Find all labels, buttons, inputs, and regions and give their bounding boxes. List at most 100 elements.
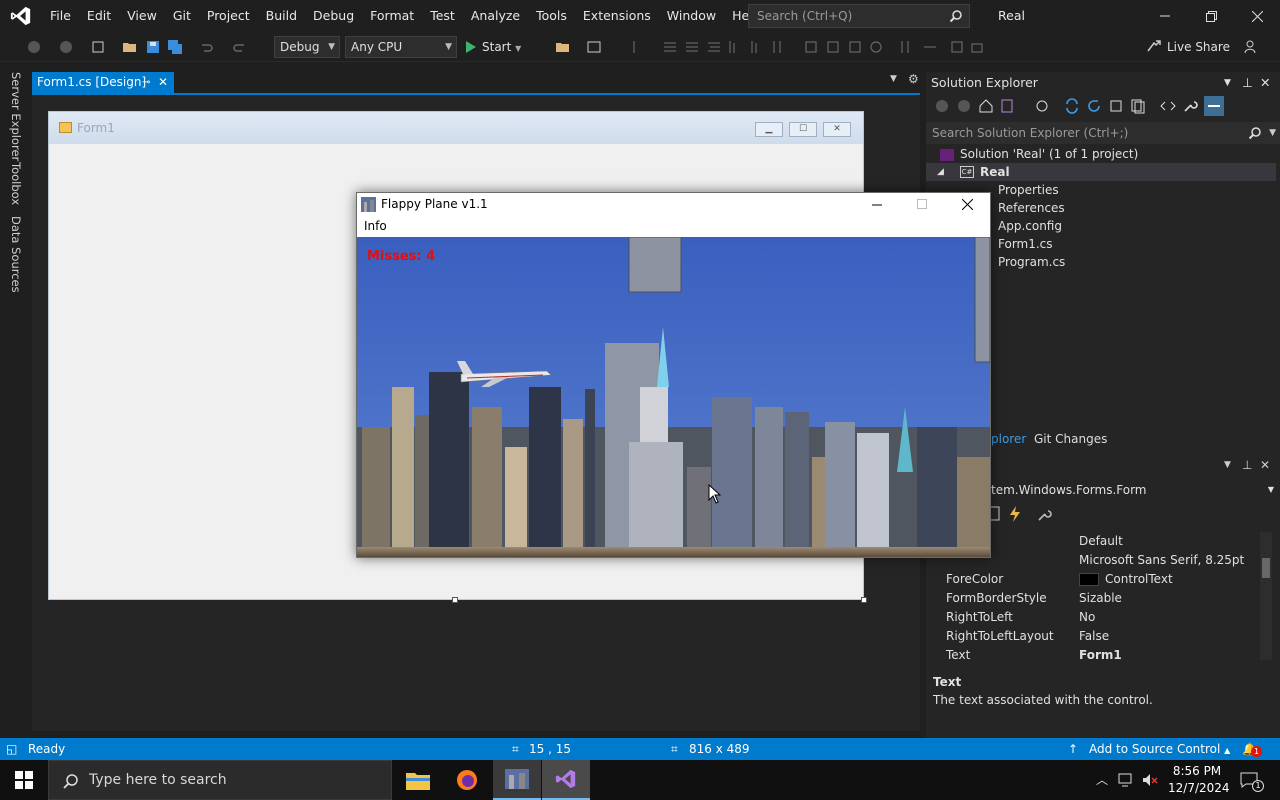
- configuration-dropdown[interactable]: Debug ▼: [274, 36, 340, 58]
- tree-item-properties[interactable]: Properties: [998, 181, 1059, 199]
- clock[interactable]: 8:56 PM 12/7/2024: [1168, 763, 1230, 797]
- tree-project-node[interactable]: ◢ C# Real: [926, 163, 1276, 181]
- volume-muted-icon[interactable]: [1142, 773, 1158, 787]
- search-options-dropdown-icon[interactable]: ▼: [1269, 122, 1276, 144]
- pending-changes-filter-icon[interactable]: [1034, 98, 1050, 114]
- pin-icon[interactable]: ⊥: [1242, 458, 1252, 472]
- menu-git[interactable]: Git: [165, 0, 199, 32]
- menu-format[interactable]: Format: [362, 0, 422, 32]
- firefox-taskbar-icon[interactable]: [443, 760, 491, 800]
- live-share-icon[interactable]: [1146, 39, 1162, 55]
- taskbar-search-box[interactable]: Type here to search: [48, 760, 392, 800]
- back-icon[interactable]: [26, 39, 42, 55]
- property-row[interactable]: FormBorderStyle Sizable: [926, 589, 1252, 608]
- menu-analyze[interactable]: Analyze: [463, 0, 528, 32]
- feedback-person-icon[interactable]: [1243, 39, 1259, 55]
- find-in-files-icon[interactable]: [555, 39, 571, 55]
- tab-overflow-dropdown-icon[interactable]: ▼: [890, 74, 897, 84]
- tree-item-app-config[interactable]: App.config: [998, 217, 1062, 235]
- home-icon[interactable]: [978, 98, 994, 114]
- menu-item-info[interactable]: Info: [364, 216, 387, 237]
- tree-solution-node[interactable]: Solution 'Real' (1 of 1 project): [940, 145, 1138, 163]
- close-icon[interactable]: ✕: [1260, 72, 1270, 94]
- close-tab-icon[interactable]: ✕: [158, 72, 168, 93]
- properties-wrench-icon[interactable]: [1182, 98, 1198, 114]
- expand-triangle-icon[interactable]: ◢: [937, 163, 944, 181]
- save-icon[interactable]: [145, 39, 161, 55]
- search-input[interactable]: Search (Ctrl+Q): [748, 4, 970, 28]
- undo-icon[interactable]: [198, 39, 214, 55]
- flappy-plane-window[interactable]: Flappy Plane v1.1 Info Misses: 4: [356, 192, 991, 558]
- forward-icon[interactable]: [58, 39, 74, 55]
- game-canvas[interactable]: Misses: 4: [357, 237, 990, 557]
- resize-handle-corner[interactable]: [861, 597, 867, 603]
- property-row[interactable]: Text Form1: [926, 646, 1252, 665]
- menu-test[interactable]: Test: [422, 0, 463, 32]
- switch-views-icon[interactable]: [1000, 98, 1016, 114]
- toolbox-tab[interactable]: Toolbox: [9, 162, 23, 205]
- flappy-title-bar[interactable]: Flappy Plane v1.1: [357, 193, 990, 216]
- menu-extensions[interactable]: Extensions: [575, 0, 659, 32]
- close-icon[interactable]: [962, 199, 973, 210]
- tree-item-program-cs[interactable]: Program.cs: [998, 253, 1065, 271]
- gear-icon[interactable]: ⚙: [908, 72, 919, 86]
- platform-dropdown[interactable]: Any CPU ▼: [345, 36, 457, 58]
- events-lightning-icon[interactable]: [1008, 506, 1022, 522]
- visual-studio-taskbar-icon[interactable]: [542, 760, 590, 800]
- visual-studio-logo-icon[interactable]: [0, 0, 42, 32]
- scrollbar-thumb[interactable]: [1262, 558, 1270, 578]
- file-explorer-taskbar-icon[interactable]: [394, 760, 442, 800]
- close-icon[interactable]: ✕: [1260, 458, 1270, 472]
- sync-icon[interactable]: [1064, 98, 1080, 114]
- preview-selected-items-icon[interactable]: [1204, 96, 1224, 116]
- tab-form1-design[interactable]: Form1.cs [Design] ⊸ ✕: [32, 72, 174, 94]
- menu-project[interactable]: Project: [199, 0, 258, 32]
- pin-icon[interactable]: ⊸: [142, 72, 150, 93]
- live-share-button[interactable]: Live Share: [1167, 32, 1230, 62]
- property-scrollbar[interactable]: [1260, 532, 1272, 660]
- server-explorer-tab[interactable]: Server Explorer: [9, 72, 23, 161]
- add-to-source-control-button[interactable]: Add to Source Control ▲: [1089, 738, 1230, 762]
- menu-debug[interactable]: Debug: [305, 0, 362, 32]
- forward-icon[interactable]: [956, 98, 972, 114]
- save-all-icon[interactable]: [167, 39, 183, 55]
- property-wrench-icon[interactable]: [1036, 507, 1052, 523]
- show-hidden-icons-chevron-icon[interactable]: ︿: [1096, 771, 1108, 788]
- open-folder-icon[interactable]: [122, 39, 138, 55]
- pin-icon[interactable]: ⊥: [1242, 72, 1253, 94]
- tab-git-changes[interactable]: Git Changes: [1034, 432, 1107, 446]
- screenshot-icon[interactable]: [586, 39, 602, 55]
- windows-start-button[interactable]: [0, 760, 48, 800]
- menu-tools[interactable]: Tools: [528, 0, 575, 32]
- start-button[interactable]: Start ▼: [482, 32, 521, 62]
- menu-window[interactable]: Window: [659, 0, 724, 32]
- back-icon[interactable]: [934, 98, 950, 114]
- minimize-button[interactable]: [1142, 0, 1188, 32]
- restore-button[interactable]: [1188, 0, 1234, 32]
- menu-build[interactable]: Build: [258, 0, 305, 32]
- property-row[interactable]: RightToLeftLayout False: [926, 627, 1252, 646]
- view-code-icon[interactable]: [1160, 98, 1176, 114]
- menu-file[interactable]: File: [42, 0, 79, 32]
- tree-item-references[interactable]: References: [998, 199, 1065, 217]
- collapse-all-icon[interactable]: [1108, 98, 1124, 114]
- show-all-files-icon[interactable]: [1130, 98, 1146, 114]
- flappy-plane-taskbar-icon[interactable]: [493, 760, 541, 800]
- menu-edit[interactable]: Edit: [79, 0, 119, 32]
- start-play-icon[interactable]: [463, 39, 479, 55]
- close-button[interactable]: [1234, 0, 1280, 32]
- tree-item-form1-cs[interactable]: Form1.cs: [998, 235, 1053, 253]
- new-project-icon[interactable]: [90, 39, 106, 55]
- tab-solution-explorer[interactable]: plorer: [991, 432, 1026, 446]
- minimize-icon[interactable]: [872, 200, 882, 210]
- menu-view[interactable]: View: [119, 0, 165, 32]
- property-row[interactable]: ForeColor ControlText: [926, 570, 1252, 589]
- property-row[interactable]: RightToLeft No: [926, 608, 1252, 627]
- network-icon[interactable]: [1118, 773, 1136, 787]
- data-sources-tab[interactable]: Data Sources: [9, 216, 23, 293]
- solution-explorer-search-input[interactable]: Search Solution Explorer (Ctrl+;) ▼: [926, 122, 1280, 144]
- window-position-dropdown-icon[interactable]: ▼: [1224, 72, 1231, 94]
- redo-icon[interactable]: [232, 39, 248, 55]
- window-position-dropdown-icon[interactable]: ▼: [1224, 460, 1231, 470]
- resize-handle-bottom[interactable]: [452, 597, 458, 603]
